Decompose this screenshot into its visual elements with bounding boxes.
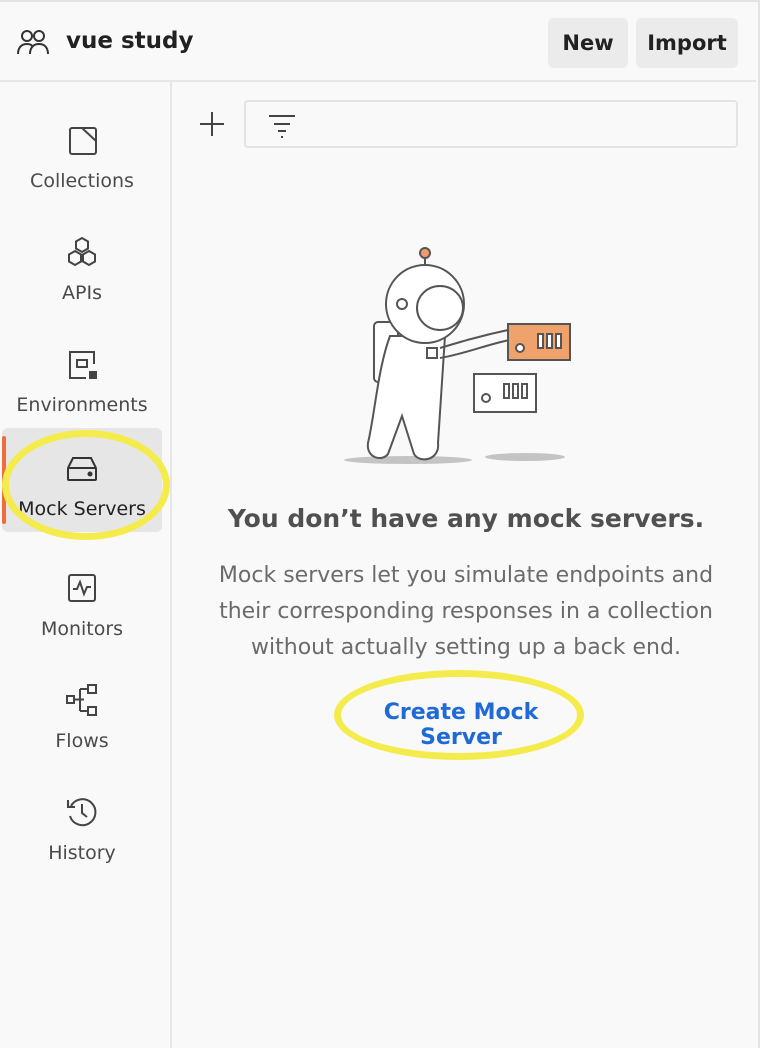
sidebar-item-collections[interactable]: Collections — [2, 100, 162, 204]
monitors-icon — [68, 574, 96, 602]
sidebar-item-history[interactable]: History — [2, 772, 162, 876]
astronaut-illustration — [344, 247, 571, 464]
app-window: vue study New Import Collections APIs En… — [0, 0, 760, 1048]
apis-icon — [68, 236, 96, 267]
team-icon — [17, 30, 49, 55]
environments-icon — [69, 351, 97, 379]
empty-state-description: Mock servers let you simulate endpoints … — [218, 563, 714, 660]
sidebar-item-apis[interactable]: APIs — [2, 212, 162, 316]
sidebar-item-label: Flows — [55, 730, 109, 752]
import-button[interactable]: Import — [636, 18, 738, 68]
sidebar-item-label: History — [48, 842, 116, 864]
mock-servers-icon — [67, 457, 97, 481]
sidebar-item-label: Mock Servers — [18, 498, 146, 520]
sidebar-item-flows[interactable]: Flows — [2, 660, 162, 764]
filter-icon[interactable] — [266, 112, 298, 138]
sidebar-item-monitors[interactable]: Monitors — [2, 548, 162, 652]
sidebar-item-mock-servers[interactable]: Mock Servers — [2, 428, 162, 532]
plus-icon[interactable] — [194, 106, 230, 142]
sidebar-item-environments[interactable]: Environments — [2, 324, 162, 428]
history-icon — [67, 798, 97, 827]
collections-icon — [69, 127, 97, 155]
flows-icon — [66, 684, 97, 716]
sidebar-item-label: Collections — [30, 170, 134, 192]
sidebar-item-label: APIs — [62, 282, 102, 304]
sidebar-item-label: Monitors — [40, 618, 124, 640]
sidebar: Collections APIs Environments Mock Serve… — [0, 82, 172, 1048]
new-button[interactable]: New — [548, 18, 628, 68]
create-mock-server-link[interactable]: Create Mock Server — [340, 700, 582, 750]
workspace-title[interactable]: vue study — [66, 28, 194, 54]
sidebar-item-label: Environments — [16, 394, 148, 416]
workspace-header: vue study New Import — [0, 2, 756, 82]
empty-state-title: You don’t have any mock servers. — [227, 504, 705, 533]
filter-bar[interactable] — [244, 100, 738, 148]
